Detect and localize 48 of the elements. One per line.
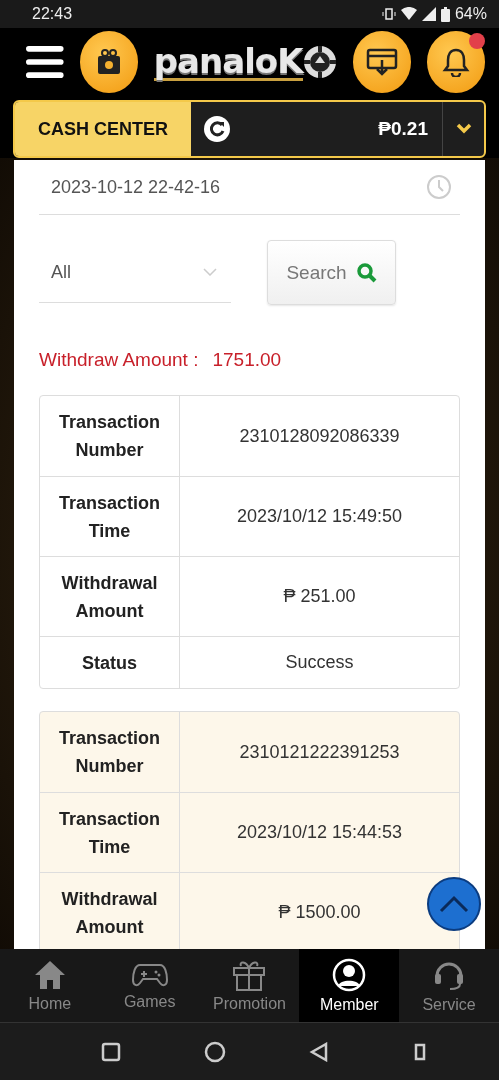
brand-logo: panaloK — [153, 43, 303, 81]
gift-icon — [232, 958, 267, 991]
notification-dot — [469, 33, 485, 49]
card-download-icon — [365, 48, 398, 76]
field-label: Withdrawal Amount — [60, 571, 159, 623]
nav-tab[interactable]: Promotion — [199, 949, 300, 1022]
clock-time: 22:43 — [32, 5, 73, 23]
field-label: Transaction Number — [58, 727, 161, 778]
chevron-down-icon — [455, 123, 472, 135]
back-icon[interactable] — [308, 1041, 329, 1062]
user-icon — [332, 957, 367, 992]
nav-tab[interactable]: Member — [299, 949, 400, 1022]
search-icon — [356, 262, 377, 283]
field-value: 2310121222391253 — [239, 741, 400, 763]
type-select[interactable]: All — [39, 242, 231, 303]
chevron-down-icon — [203, 268, 217, 276]
balance-amount: ₱0.21 — [378, 118, 428, 140]
field-label: Transaction Time — [58, 807, 161, 859]
field-value: 2023/10/12 15:49:50 — [236, 506, 403, 527]
nav-tab[interactable]: Home — [0, 949, 100, 1022]
field-value: ₱ 251.00 — [283, 586, 356, 607]
field-value: 2023/10/12 15:44:53 — [236, 822, 403, 843]
field-label: Status — [82, 651, 137, 675]
bell-icon — [441, 47, 470, 77]
cash-center-label: CASH CENTER — [15, 102, 191, 156]
vibrate-icon — [381, 7, 396, 21]
field-value: 2310128092086339 — [239, 425, 400, 447]
search-button[interactable]: Search — [267, 240, 396, 305]
field-label: Transaction Number — [58, 411, 161, 462]
field-label: Withdrawal Amount — [60, 887, 159, 939]
clock-icon — [426, 174, 452, 200]
signal-icon — [421, 7, 436, 21]
menu-icon[interactable] — [26, 43, 64, 81]
field-value: Success — [285, 652, 354, 673]
date-field[interactable]: 2023-10-12 22-42-16 — [39, 160, 460, 215]
home-circle-icon[interactable] — [204, 1040, 227, 1063]
chevron-up-icon — [439, 895, 469, 913]
wifi-icon — [400, 7, 417, 21]
refresh-icon[interactable] — [203, 115, 231, 143]
total-label: Withdraw Amount : — [39, 349, 199, 371]
recents-icon[interactable] — [101, 1041, 122, 1062]
nav-tab[interactable]: Games — [99, 949, 200, 1022]
battery-level: 64% — [454, 5, 487, 23]
battery-icon — [440, 6, 450, 22]
field-label: Transaction Time — [58, 491, 161, 543]
field-value: ₱ 1500.00 — [278, 902, 361, 923]
total-value: 1751.00 — [212, 349, 282, 371]
nav-tab[interactable]: Service — [399, 949, 499, 1022]
